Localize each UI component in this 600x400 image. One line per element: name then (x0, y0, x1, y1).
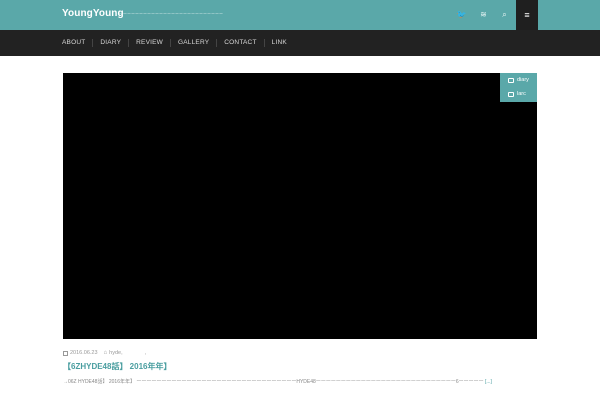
nav-item-contact[interactable]: CONTACT (216, 39, 263, 47)
featured-image[interactable] (63, 73, 537, 339)
post-meta: 2016.06.23 ⌂ hyde, , (63, 349, 146, 357)
post-tag-extra: , (144, 350, 147, 356)
nav-item-gallery[interactable]: GALLERY (170, 39, 216, 47)
nav-item-about[interactable]: ABOUT (62, 39, 92, 47)
excerpt-text: →06Z HYDE48話】 2016年年】 ーーーーーーーーーーーーーーーーーー… (63, 379, 484, 385)
post-tag[interactable]: hyde, (109, 350, 122, 356)
post-date: 2016.06.23 (70, 350, 98, 356)
nav-item-review[interactable]: REVIEW (128, 39, 170, 47)
tag-icon: ⌂ (103, 350, 108, 356)
top-header-bar: YoungYoung ーーーーーーーーーーーーーーーーーーーーーーーーーーーーー… (0, 0, 600, 30)
category-label: larc (517, 91, 526, 97)
nav-list: ABOUT DIARY REVIEW GALLERY CONTACT LINK (62, 30, 294, 56)
folder-icon (508, 77, 514, 83)
category-link-larc[interactable]: larc (500, 87, 537, 101)
folder-icon (508, 91, 514, 97)
site-title[interactable]: YoungYoung (62, 8, 124, 19)
category-box: diary larc (500, 73, 537, 102)
nav-item-diary[interactable]: DIARY (92, 39, 128, 47)
menu-icon[interactable]: ≡ (516, 0, 538, 30)
site-tagline: ーーーーーーーーーーーーーーーーーーーーーーーーーーーーーー (119, 12, 223, 16)
read-more-link[interactable]: [...] (485, 379, 492, 385)
post-title[interactable]: 【6ZHYDE48話】 2016年年】 (63, 361, 171, 372)
calendar-icon (63, 350, 68, 356)
rss-icon[interactable]: ≋ (478, 9, 489, 20)
category-link-diary[interactable]: diary (500, 73, 537, 87)
nav-item-link[interactable]: LINK (263, 39, 294, 47)
twitter-icon[interactable]: 🐦 (456, 9, 467, 20)
main-nav: ABOUT DIARY REVIEW GALLERY CONTACT LINK (0, 30, 600, 56)
post-excerpt: →06Z HYDE48話】 2016年年】 ーーーーーーーーーーーーーーーーーー… (63, 378, 537, 386)
category-label: diary (517, 77, 529, 83)
search-icon[interactable]: ⌕ (499, 9, 510, 20)
